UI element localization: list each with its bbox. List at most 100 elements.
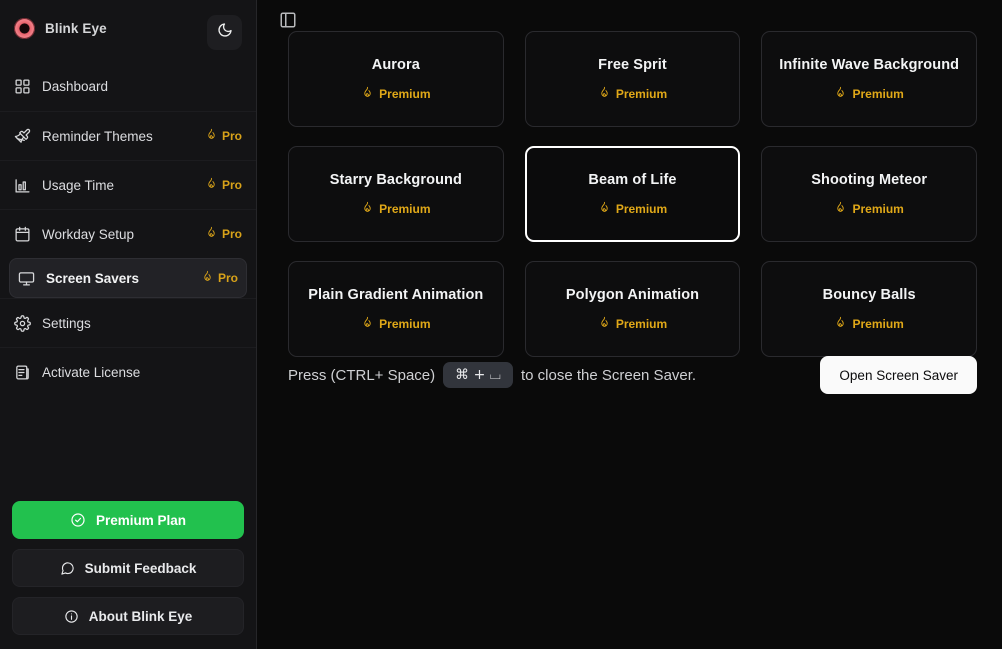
pro-badge: Pro [205, 177, 242, 193]
premium-badge-label: Premium [379, 317, 430, 331]
message-icon [60, 561, 75, 576]
premium-badge: Premium [598, 201, 667, 217]
screensaver-card[interactable]: Free Sprit Premium [525, 31, 741, 127]
sidebar-item-label: Activate License [42, 365, 242, 380]
about-blink-eye-button[interactable]: About Blink Eye [12, 597, 244, 635]
card-title: Bouncy Balls [823, 287, 916, 303]
card-title: Shooting Meteor [811, 172, 927, 188]
flame-icon [361, 316, 374, 332]
sidebar-nav: Dashboard Reminder Themes Pro Usage Time Pro… [0, 62, 256, 396]
gear-icon [14, 315, 31, 332]
button-label: Premium Plan [96, 513, 186, 528]
main-content: AuroraPremiumFree SpritPremiumInfinite W… [257, 0, 1002, 649]
premium-badge-label: Premium [852, 202, 903, 216]
sidebar-item-usage-time[interactable]: Usage Time Pro [0, 160, 256, 209]
flame-icon [598, 201, 611, 217]
button-label: Submit Feedback [85, 561, 197, 576]
premium-badge: Premium [361, 86, 430, 102]
close-hint: Press (CTRL+ Space) ⌘ + ⌴ to close the S… [288, 362, 696, 388]
calendar-icon [14, 226, 31, 243]
premium-badge: Premium [834, 201, 903, 217]
screensaver-card[interactable]: Infinite Wave Background Premium [761, 31, 977, 127]
submit-feedback-button[interactable]: Submit Feedback [12, 549, 244, 587]
keyboard-shortcut-badge: ⌘ + ⌴ [443, 362, 513, 388]
monitor-icon [18, 270, 35, 287]
premium-badge: Premium [834, 86, 903, 102]
pro-badge-label: Pro [222, 129, 242, 143]
premium-badge: Premium [834, 316, 903, 332]
sidebar-item-label: Settings [42, 316, 242, 331]
pro-badge-label: Pro [222, 178, 242, 192]
card-title: Polygon Animation [566, 287, 699, 303]
flame-icon [834, 316, 847, 332]
flame-icon [834, 201, 847, 217]
sidebar-spacer [0, 396, 256, 501]
screensaver-card[interactable]: Starry BackgroundPremium [288, 146, 504, 242]
sidebar-item-label: Workday Setup [42, 227, 194, 242]
premium-plan-button[interactable]: Premium Plan [12, 501, 244, 539]
pro-badge: Pro [201, 270, 238, 286]
card-title: Free Sprit [598, 57, 667, 73]
sidebar-item-label: Screen Savers [46, 271, 190, 286]
flame-icon [205, 128, 218, 144]
screensaver-grid: AuroraPremiumFree SpritPremiumInfinite W… [288, 31, 977, 357]
card-title: Aurora [372, 57, 420, 73]
sidebar-item-label: Reminder Themes [42, 129, 194, 144]
premium-badge-label: Premium [852, 87, 903, 101]
sidebar-item-reminder-themes[interactable]: Reminder Themes Pro [0, 111, 256, 160]
screensaver-card[interactable]: Shooting Meteor Premium [761, 146, 977, 242]
pro-badge: Pro [205, 226, 242, 242]
sidebar-item-label: Dashboard [42, 79, 242, 94]
flame-icon [201, 270, 214, 286]
screensaver-card[interactable]: Bouncy Balls Premium [761, 261, 977, 357]
sidebar-item-settings[interactable]: Settings [0, 298, 256, 347]
moon-icon [217, 22, 233, 43]
sidebar-item-screen-savers[interactable]: Screen Savers Pro [9, 258, 247, 298]
premium-badge-label: Premium [379, 202, 430, 216]
info-icon [64, 609, 79, 624]
hint-prefix: Press (CTRL+ Space) [288, 367, 435, 384]
app-window: Blink Eye DashboardReminder ThemesProUsa… [0, 0, 1002, 649]
sidebar-item-activate-license[interactable]: Activate License [0, 347, 256, 396]
pro-badge-label: Pro [218, 271, 238, 285]
sidebar-item-workday-setup[interactable]: Workday Setup Pro [0, 209, 256, 258]
flame-icon [361, 201, 374, 217]
screensaver-card[interactable]: Polygon Animation Premium [525, 261, 741, 357]
screensaver-card[interactable]: Aurora Premium [288, 31, 504, 127]
card-title: Infinite Wave Background [779, 57, 959, 73]
premium-badge-label: Premium [379, 87, 430, 101]
card-title: Beam of Life [588, 172, 676, 188]
grid-icon [14, 78, 31, 95]
sidebar-item-label: Usage Time [42, 178, 194, 193]
check-circle-icon [70, 512, 86, 528]
flame-icon [598, 86, 611, 102]
app-title: Blink Eye [45, 21, 107, 36]
theme-toggle-button[interactable] [207, 15, 242, 50]
panel-left-icon[interactable] [279, 11, 297, 29]
button-label: About Blink Eye [89, 609, 193, 624]
sidebar: Blink Eye DashboardReminder ThemesProUsa… [0, 0, 257, 649]
flame-icon [834, 86, 847, 102]
footer-row: Press (CTRL+ Space) ⌘ + ⌴ to close the S… [288, 356, 977, 394]
premium-badge: Premium [598, 86, 667, 102]
pro-badge-label: Pro [222, 227, 242, 241]
paintbrush-icon [14, 128, 31, 145]
hint-suffix: to close the Screen Saver. [521, 367, 696, 384]
flame-icon [361, 86, 374, 102]
open-screen-saver-button[interactable]: Open Screen Saver [820, 356, 977, 394]
premium-badge: Premium [598, 316, 667, 332]
screensaver-card[interactable]: Plain Gradient AnimationPremium [288, 261, 504, 357]
sidebar-bottom-buttons: Premium Plan Submit Feedback About Blink E… [0, 501, 256, 649]
eye-logo-icon [14, 18, 35, 39]
premium-badge-label: Premium [616, 317, 667, 331]
premium-badge-label: Premium [616, 87, 667, 101]
license-icon [14, 364, 31, 381]
bar-chart-icon [14, 177, 31, 194]
premium-badge: Premium [361, 316, 430, 332]
flame-icon [598, 316, 611, 332]
sidebar-item-dashboard[interactable]: Dashboard [0, 62, 256, 111]
flame-icon [205, 226, 218, 242]
pro-badge: Pro [205, 128, 242, 144]
screensaver-card[interactable]: Beam of Life Premium [525, 146, 741, 242]
premium-badge-label: Premium [616, 202, 667, 216]
